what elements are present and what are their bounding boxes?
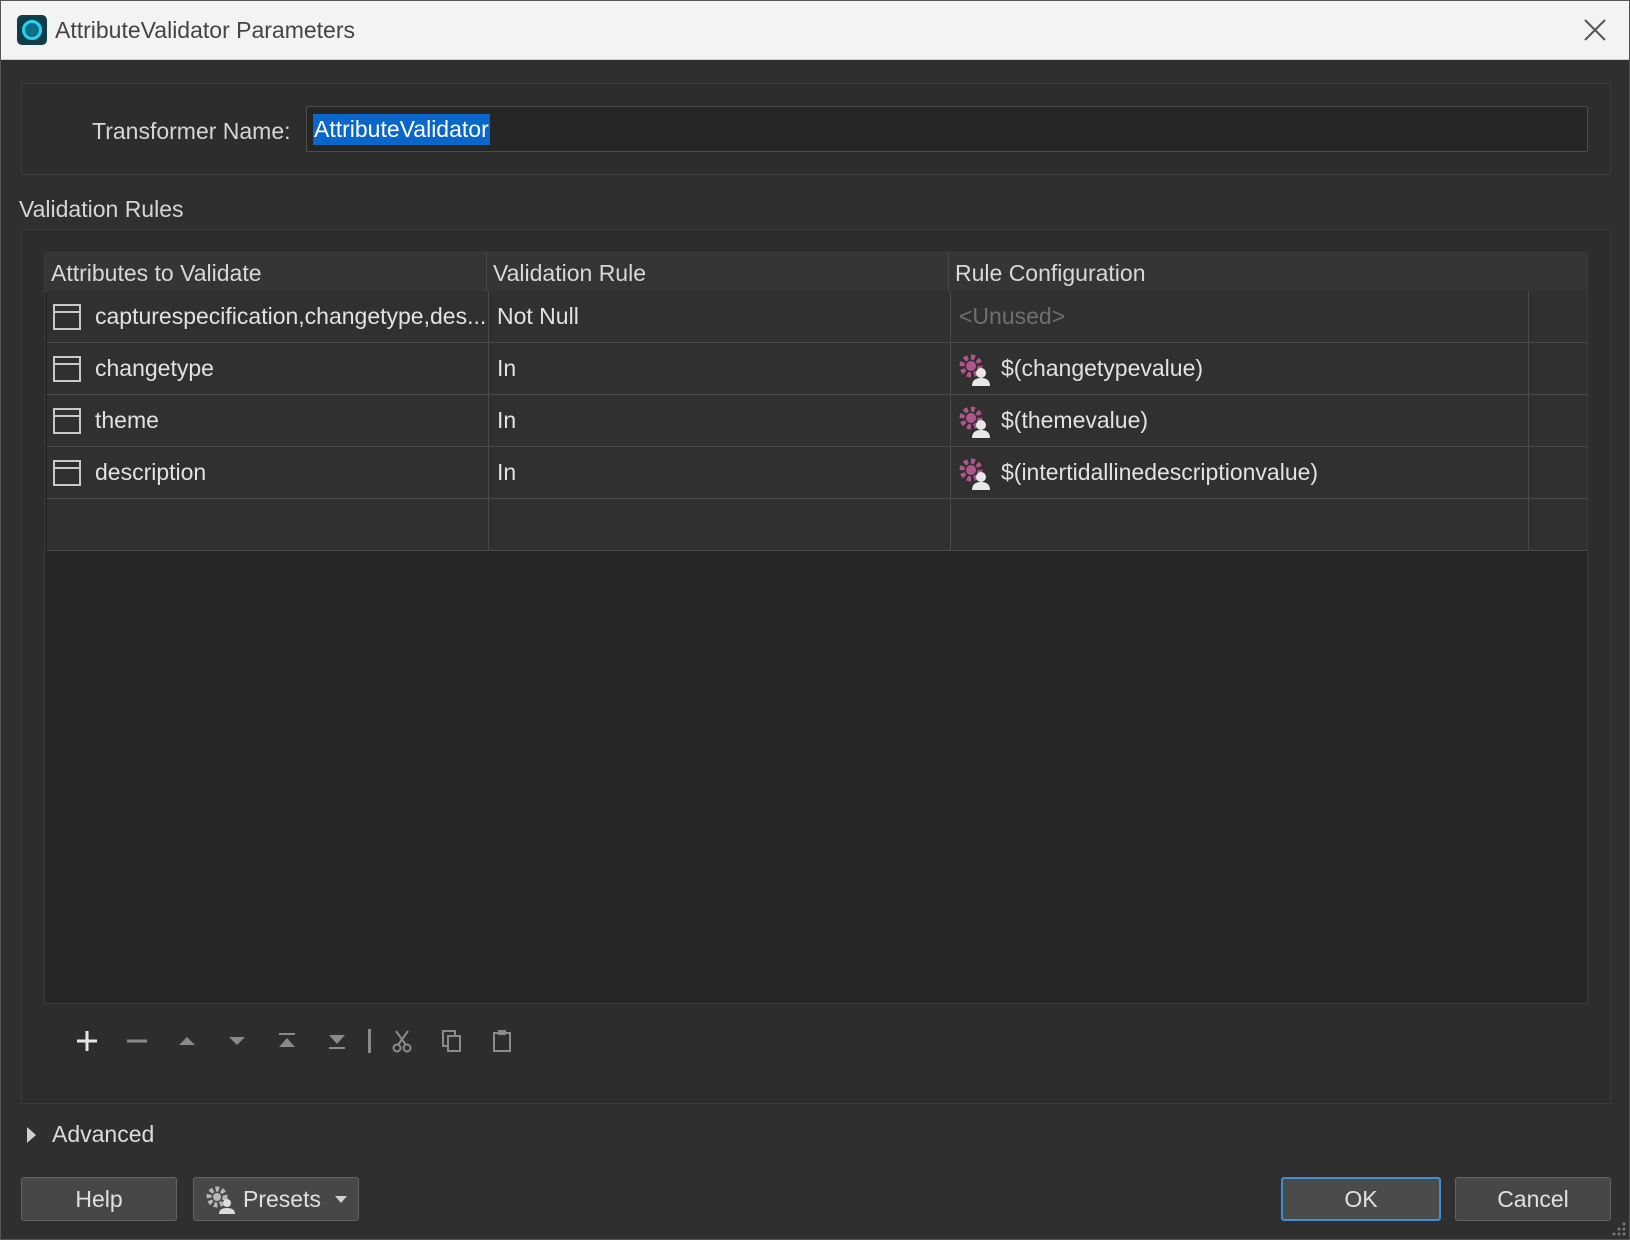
attribute-name: description (95, 459, 207, 485)
advanced-label: Advanced (52, 1121, 155, 1147)
title-bar: AttributeValidator Parameters (1, 1, 1629, 60)
remove-row-button[interactable] (112, 1018, 162, 1064)
table-row[interactable]: theme In $(themevalue) (47, 395, 1587, 447)
move-top-button[interactable] (262, 1018, 312, 1064)
advanced-toggle[interactable]: Advanced (27, 1121, 154, 1148)
table-row[interactable]: changetype In $(changetypevalue) (47, 343, 1587, 395)
move-top-icon (279, 1033, 295, 1047)
rule-value: In (497, 407, 517, 433)
config-value: <Unused> (959, 303, 1066, 329)
rules-table: Attributes to Validate Validation Rule R… (44, 252, 1588, 1004)
user-parameter-icon (959, 354, 990, 386)
transformer-name-input[interactable]: AttributeValidator (306, 106, 1588, 152)
config-cell[interactable] (951, 499, 1529, 550)
chevron-down-icon (334, 1195, 347, 1203)
rule-cell[interactable]: Not Null (489, 291, 951, 342)
paste-button[interactable] (477, 1018, 527, 1064)
attribute-icon (53, 407, 81, 434)
move-up-button[interactable] (162, 1018, 212, 1064)
config-value: $(intertidallinedescriptionvalue) (1001, 459, 1319, 485)
ok-button-label: OK (1344, 1185, 1378, 1212)
paste-icon (493, 1030, 511, 1052)
attribute-cell[interactable]: theme (47, 395, 489, 446)
empty-table-row[interactable] (47, 499, 1587, 551)
table-header: Attributes to Validate Validation Rule R… (45, 253, 1587, 292)
close-button[interactable] (1575, 11, 1615, 49)
presets-button[interactable]: Presets (193, 1177, 359, 1221)
table-toolbar (62, 1018, 527, 1064)
validation-rules-label: Validation Rules (19, 196, 184, 222)
user-parameter-icon (959, 406, 990, 438)
config-cell[interactable]: $(changetypevalue) (951, 343, 1529, 394)
attribute-cell[interactable]: description (47, 447, 489, 498)
attribute-name: theme (95, 407, 159, 433)
presets-button-label: Presets (243, 1185, 321, 1212)
config-cell[interactable]: $(intertidallinedescriptionvalue) (951, 447, 1529, 498)
add-row-button[interactable] (62, 1018, 112, 1064)
help-button[interactable]: Help (21, 1177, 177, 1221)
column-header-rule[interactable]: Validation Rule (487, 253, 949, 291)
rule-value: In (497, 459, 517, 485)
config-cell[interactable]: $(themevalue) (951, 395, 1529, 446)
attribute-name: capturespecification,changetype,des... (95, 303, 487, 329)
move-bottom-icon (329, 1035, 345, 1049)
cut-icon (392, 1030, 412, 1053)
validation-rules-group: Attributes to Validate Validation Rule R… (21, 229, 1611, 1104)
config-value: $(changetypevalue) (1001, 355, 1204, 381)
expand-arrow-icon (27, 1126, 36, 1143)
rule-value: In (497, 355, 517, 381)
dialog-window: AttributeValidator Parameters Transforme… (0, 0, 1630, 1240)
rule-cell[interactable]: In (489, 343, 951, 394)
attribute-icon (53, 303, 81, 330)
attribute-icon (53, 355, 81, 382)
move-down-icon (229, 1037, 245, 1045)
move-bottom-button[interactable] (312, 1018, 362, 1064)
table-row[interactable]: description In $(intertidallinedescripti… (47, 447, 1587, 499)
config-cell[interactable]: <Unused> (951, 291, 1529, 342)
rule-cell[interactable] (489, 499, 951, 550)
remove-icon (127, 1039, 147, 1043)
table-row[interactable]: capturespecification,changetype,des... N… (47, 291, 1587, 343)
move-up-icon (179, 1037, 195, 1045)
cancel-button-label: Cancel (1497, 1185, 1569, 1212)
cancel-button[interactable]: Cancel (1455, 1177, 1611, 1221)
attribute-cell[interactable]: capturespecification,changetype,des... (47, 291, 489, 342)
config-value: $(themevalue) (1001, 407, 1149, 433)
rule-cell[interactable]: In (489, 395, 951, 446)
transformer-name-label: Transformer Name: (92, 118, 291, 144)
resize-grip-icon[interactable] (1609, 1219, 1627, 1237)
presets-gear-icon (206, 1186, 235, 1214)
attribute-cell[interactable] (47, 499, 489, 550)
attribute-icon (53, 459, 81, 486)
add-icon (77, 1031, 97, 1051)
transformer-name-panel: Transformer Name: AttributeValidator (21, 83, 1611, 175)
user-parameter-icon (959, 458, 990, 490)
column-header-attributes[interactable]: Attributes to Validate (45, 253, 487, 291)
transformer-name-value: AttributeValidator (313, 113, 490, 145)
toolbar-separator (368, 1029, 371, 1053)
help-button-label: Help (75, 1185, 123, 1212)
move-down-button[interactable] (212, 1018, 262, 1064)
window-title: AttributeValidator Parameters (55, 17, 355, 43)
ok-button[interactable]: OK (1281, 1177, 1441, 1221)
attribute-name: changetype (95, 355, 214, 381)
column-header-config[interactable]: Rule Configuration (949, 253, 1587, 291)
copy-icon (442, 1030, 461, 1052)
copy-button[interactable] (427, 1018, 477, 1064)
cut-button[interactable] (377, 1018, 427, 1064)
close-icon (1584, 19, 1606, 41)
rule-value: Not Null (497, 303, 579, 329)
app-icon (17, 15, 47, 45)
attribute-cell[interactable]: changetype (47, 343, 489, 394)
rule-cell[interactable]: In (489, 447, 951, 498)
